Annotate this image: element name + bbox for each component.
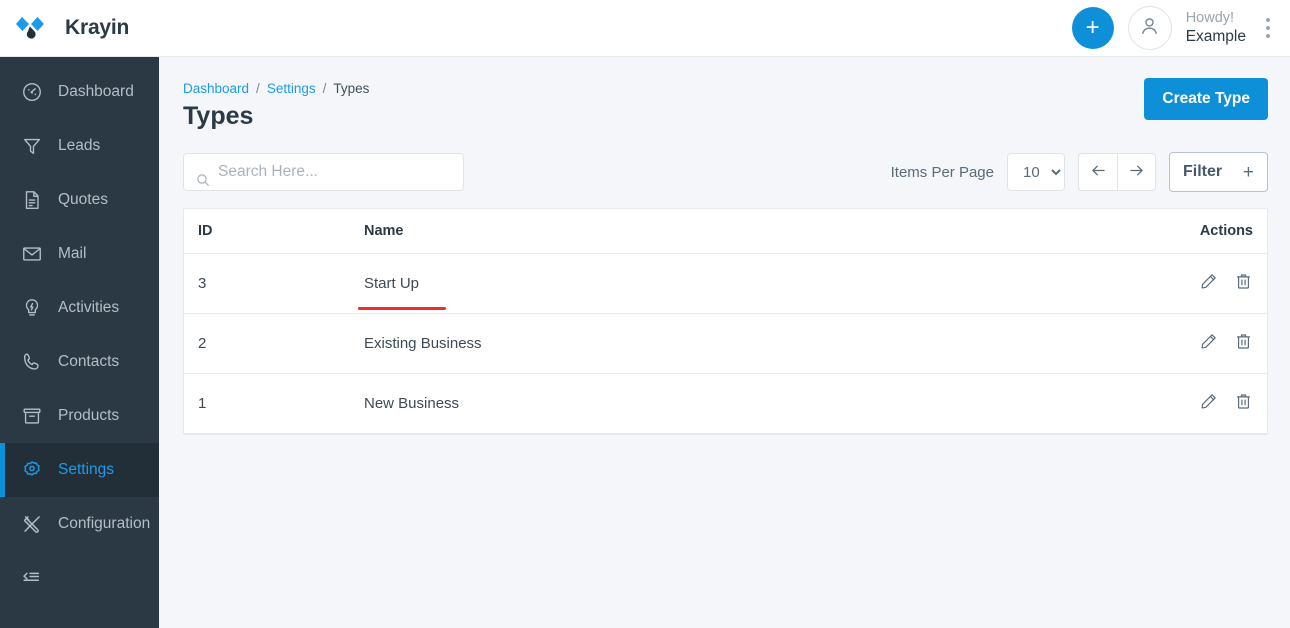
breadcrumb: Dashboard / Settings / Types (183, 81, 1268, 96)
cell-id: 2 (184, 313, 274, 374)
phone-icon (20, 350, 44, 374)
delete-trash-icon[interactable] (1234, 392, 1253, 415)
sidebar-item-label: Configuration (58, 515, 151, 532)
box-icon (20, 404, 44, 428)
plus-icon: + (1085, 14, 1100, 41)
breadcrumb-item-types: Types (333, 81, 370, 96)
breadcrumb-item-settings[interactable]: Settings (267, 81, 316, 96)
create-type-button[interactable]: Create Type (1144, 78, 1268, 120)
type-name-text: Existing Business (364, 335, 482, 352)
header-actions: + Howdy! Example (1071, 6, 1290, 50)
search-box[interactable] (183, 153, 464, 191)
krayin-logo-icon (14, 13, 54, 43)
page-header: Types Create Type (183, 78, 1268, 131)
annotation-underline (358, 307, 446, 310)
add-button[interactable]: + (1071, 7, 1114, 49)
arrow-left-icon (1089, 161, 1108, 183)
cell-actions (990, 373, 1267, 434)
brand[interactable]: Krayin (0, 13, 160, 43)
gear-icon (20, 458, 44, 482)
table-head: ID Name Actions (184, 209, 1267, 254)
search-input[interactable] (184, 163, 463, 181)
sidebar-item-mail[interactable]: Mail (0, 227, 159, 281)
edit-pencil-icon[interactable] (1199, 272, 1218, 295)
greeting-text: Howdy! (1185, 10, 1235, 27)
kebab-menu-icon[interactable] (1260, 14, 1276, 42)
next-page-button[interactable] (1117, 153, 1156, 191)
items-per-page-select[interactable]: 10 (1007, 153, 1065, 191)
sidebar-item-quotes[interactable]: Quotes (0, 173, 159, 227)
collapse-sidebar-icon[interactable] (0, 551, 159, 603)
sidebar: Dashboard Leads Quotes Mail Activities C… (0, 57, 159, 628)
table-header-row: ID Name Actions (184, 209, 1267, 254)
sidebar-item-dashboard[interactable]: Dashboard (0, 65, 159, 119)
username-text: Example (1185, 28, 1246, 46)
toolbar-right: Items Per Page 10 Filter + (891, 152, 1268, 192)
cell-id: 3 (184, 253, 274, 314)
cell-name: Start Up (274, 253, 991, 314)
avatar[interactable] (1127, 6, 1172, 50)
sidebar-item-label: Contacts (58, 353, 120, 370)
types-table-card: ID Name Actions 3 Start Up 2 Existing Bu… (183, 208, 1268, 435)
prev-page-button[interactable] (1078, 153, 1117, 191)
delete-trash-icon[interactable] (1234, 332, 1253, 355)
breadcrumb-separator: / (322, 81, 327, 96)
edit-pencil-icon[interactable] (1199, 392, 1218, 415)
sidebar-item-label: Activities (58, 299, 120, 316)
document-icon (20, 188, 44, 212)
column-header-id[interactable]: ID (184, 209, 274, 254)
filter-button[interactable]: Filter + (1169, 152, 1268, 192)
table-row[interactable]: 3 Start Up (184, 253, 1267, 314)
sidebar-item-label: Products (58, 407, 120, 424)
filter-label: Filter (1183, 163, 1223, 180)
column-header-name[interactable]: Name (274, 209, 991, 254)
page-title: Types (183, 102, 254, 130)
delete-trash-icon[interactable] (1234, 272, 1253, 295)
type-name-text: Start Up (364, 275, 420, 292)
main-content: Dashboard / Settings / Types Types Creat… (159, 57, 1290, 628)
brand-name: Krayin (65, 16, 130, 39)
cell-actions (990, 313, 1267, 374)
table-body: 3 Start Up 2 Existing Business 1 New Bus… (184, 253, 1267, 434)
sidebar-item-activities[interactable]: Activities (0, 281, 159, 335)
table-toolbar: Items Per Page 10 (183, 152, 1268, 192)
column-header-actions: Actions (990, 209, 1267, 254)
pagination (1078, 153, 1156, 191)
table-row[interactable]: 1 New Business (184, 373, 1267, 434)
sidebar-item-products[interactable]: Products (0, 389, 159, 443)
plus-icon: + (1242, 161, 1254, 183)
sidebar-item-leads[interactable]: Leads (0, 119, 159, 173)
tools-icon (20, 512, 44, 536)
lightbulb-icon (20, 296, 44, 320)
funnel-icon (20, 134, 44, 158)
dashboard-icon (20, 80, 44, 104)
sidebar-item-contacts[interactable]: Contacts (0, 335, 159, 389)
types-table: ID Name Actions 3 Start Up 2 Existing Bu… (184, 209, 1267, 434)
table-row[interactable]: 2 Existing Business (184, 313, 1267, 374)
cell-actions (990, 253, 1267, 314)
sidebar-item-label: Leads (58, 137, 101, 154)
sidebar-item-label: Mail (58, 245, 87, 262)
edit-pencil-icon[interactable] (1199, 332, 1218, 355)
user-avatar-icon (1137, 13, 1162, 43)
items-per-page-label: Items Per Page (890, 163, 994, 181)
envelope-icon (20, 242, 44, 266)
app-root: Krayin + Howdy! Example Dashboard Leads … (0, 0, 1290, 628)
sidebar-item-label: Settings (58, 461, 115, 478)
sidebar-item-label: Dashboard (58, 83, 134, 100)
type-name-text: New Business (364, 395, 460, 412)
cell-name: New Business (274, 373, 991, 434)
sidebar-item-settings[interactable]: Settings (0, 443, 159, 497)
breadcrumb-separator: / (256, 81, 260, 96)
sidebar-item-label: Quotes (58, 191, 108, 208)
arrow-right-icon (1127, 161, 1146, 183)
cell-name: Existing Business (274, 313, 991, 374)
user-greeting[interactable]: Howdy! Example (1186, 9, 1246, 47)
breadcrumb-item-dashboard[interactable]: Dashboard (183, 81, 249, 96)
top-header: Krayin + Howdy! Example (0, 0, 1290, 57)
cell-id: 1 (184, 373, 274, 434)
sidebar-item-configuration[interactable]: Configuration (0, 497, 159, 551)
